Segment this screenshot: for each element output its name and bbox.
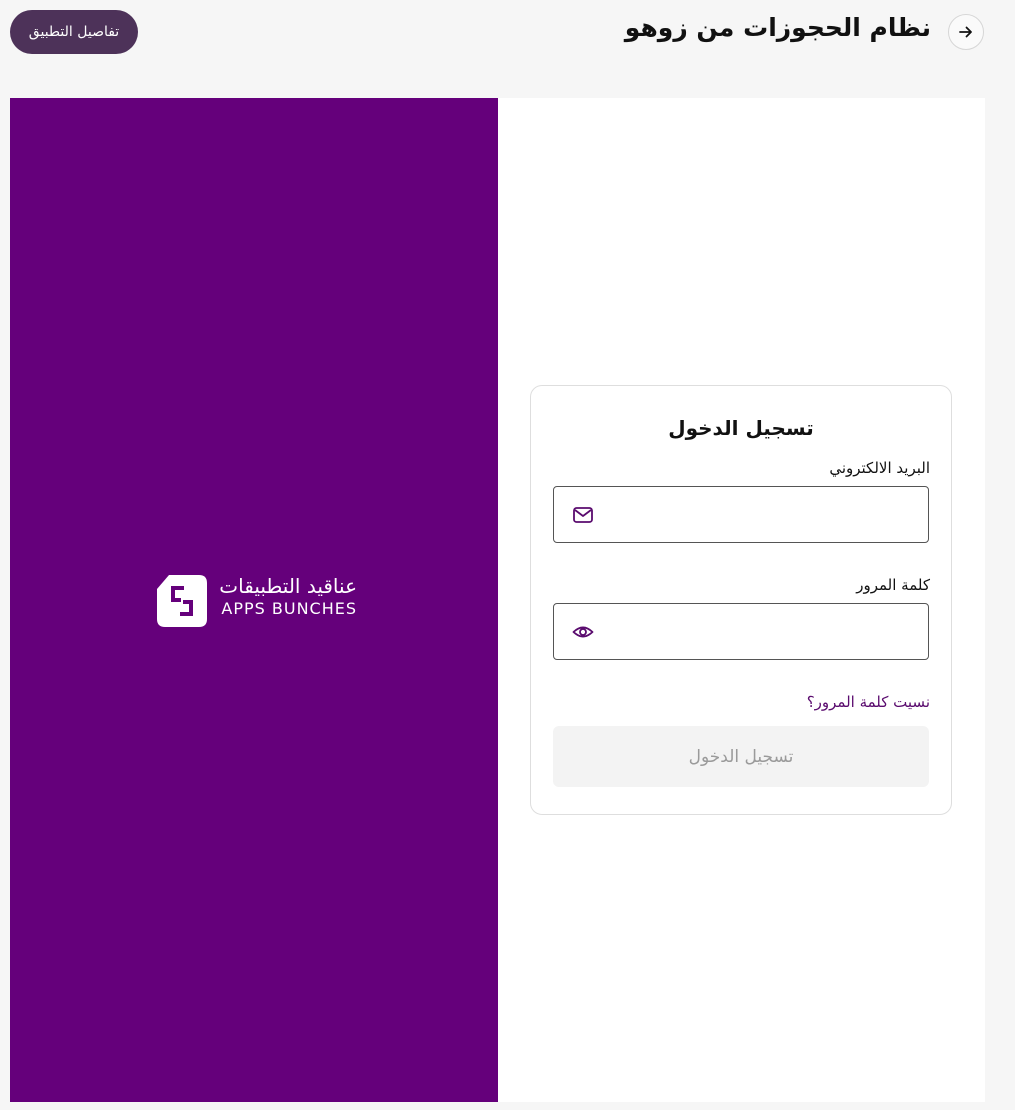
page-title: نظام الحجوزات من زوهو <box>624 13 931 42</box>
password-label: كلمة المرور <box>856 576 930 594</box>
form-panel: تسجيل الدخول البريد الالكتروني كلمة المر… <box>498 98 985 1102</box>
brand-name-ar: عناقيد التطبيقات <box>219 574 357 598</box>
brand-name-en: APPS BUNCHES <box>221 599 357 618</box>
email-input[interactable] <box>604 487 914 542</box>
arrow-right-icon <box>959 26 972 38</box>
app-details-button[interactable]: تفاصيل التطبيق <box>10 10 138 54</box>
login-button[interactable]: تسجيل الدخول <box>553 726 929 787</box>
forgot-password-link[interactable]: نسيت كلمة المرور؟ <box>807 692 930 712</box>
apps-bunches-logo-icon <box>157 575 207 627</box>
page-edge <box>985 0 1015 1110</box>
password-input[interactable] <box>604 604 914 659</box>
login-title: تسجيل الدخول <box>668 416 814 440</box>
eye-icon[interactable] <box>572 622 594 642</box>
top-bar: تفاصيل التطبيق نظام الحجوزات من زوهو <box>0 0 1015 70</box>
mail-icon <box>573 507 593 523</box>
password-field-container <box>553 603 929 660</box>
login-card: تسجيل الدخول البريد الالكتروني كلمة المر… <box>530 385 952 815</box>
back-button[interactable] <box>948 14 984 50</box>
brand-panel: عناقيد التطبيقات APPS BUNCHES <box>10 98 498 1102</box>
email-label: البريد الالكتروني <box>829 459 930 477</box>
brand-logo: عناقيد التطبيقات APPS BUNCHES <box>157 573 357 629</box>
email-field-container <box>553 486 929 543</box>
